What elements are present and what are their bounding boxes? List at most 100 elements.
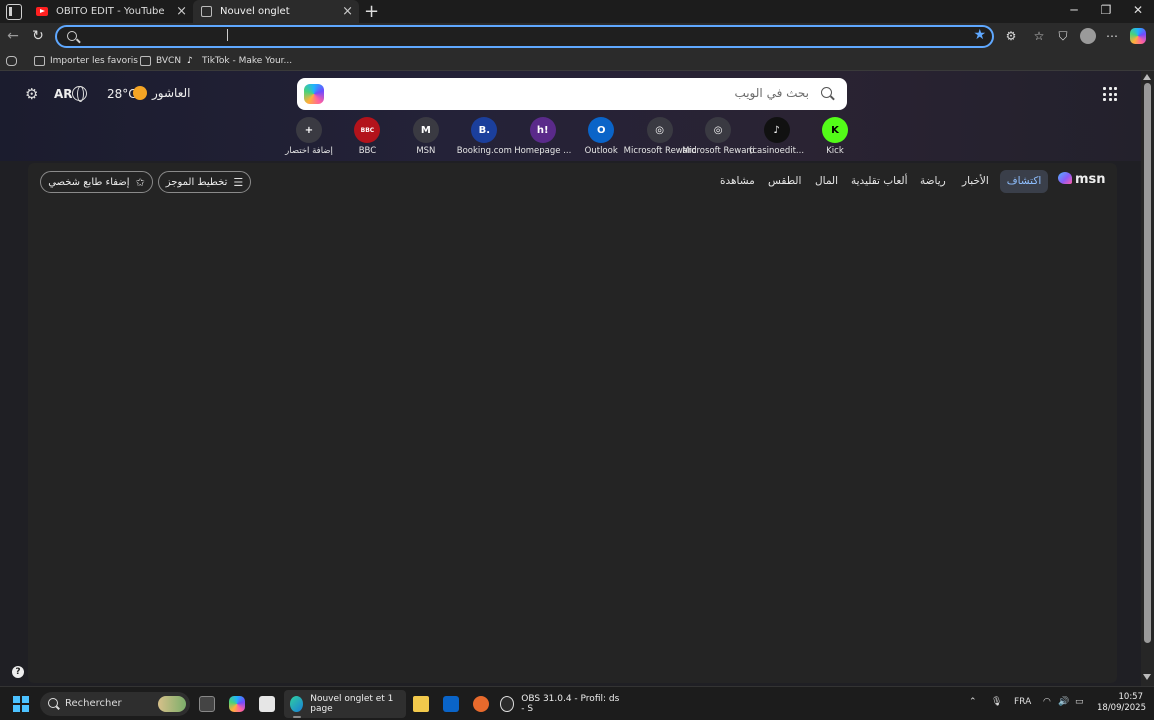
tab-youtube[interactable]: OBITO EDIT - YouTube × — [28, 0, 193, 23]
copilot-icon[interactable] — [304, 84, 324, 104]
tab-new-tab[interactable]: Nouvel onglet × — [193, 0, 359, 23]
nav-money[interactable]: المال — [815, 175, 838, 187]
new-tab-button[interactable]: + — [364, 1, 380, 22]
scroll-thumb[interactable] — [1144, 83, 1151, 643]
msn-feed-panel — [28, 163, 1117, 683]
settings-gear-icon[interactable]: ⚙ — [25, 86, 41, 102]
quick-link-tile[interactable]: BBC BBC — [337, 117, 397, 159]
volume-icon[interactable]: 🔊 — [1058, 697, 1069, 707]
maximize-button[interactable]: ❐ — [1096, 3, 1116, 17]
quick-link-tile[interactable]: ◎Microsoft Rewards... — [682, 117, 754, 159]
minimize-button[interactable]: ─ — [1064, 3, 1084, 17]
search-icon — [67, 31, 77, 41]
toolbar: ← ↻ ★ — [0, 23, 1154, 50]
site-favicon-icon: BBC — [354, 117, 381, 143]
favorite-star-icon[interactable]: ★ — [973, 27, 986, 43]
scrollbar[interactable] — [1141, 71, 1154, 686]
microsoft-store-icon[interactable] — [259, 696, 275, 712]
globe-icon[interactable] — [72, 86, 87, 102]
search-highlight-image — [158, 696, 186, 712]
weather-sun-icon — [133, 86, 147, 100]
folder-icon — [140, 55, 151, 66]
edge-window-label: Nouvel onglet et 1 page — [310, 694, 394, 714]
feed-layout-button[interactable]: تخطيط الموجز ☰ — [158, 171, 251, 193]
scroll-up-arrow-icon[interactable] — [1143, 74, 1151, 80]
system-clock[interactable]: 10:57 18/09/2025 — [1097, 692, 1146, 714]
quick-link-tile[interactable]: ◎Microsoft Rewards... — [624, 117, 696, 159]
language-label[interactable]: AR — [54, 87, 73, 101]
favorites-icon[interactable]: ☆ — [1031, 28, 1047, 44]
personalize-button[interactable]: إضفاء طابع شخصي ✩ — [40, 171, 153, 193]
refresh-button[interactable]: ↻ — [29, 27, 47, 45]
quick-link-tile[interactable]: ♪ (casinoedit... — [747, 117, 807, 159]
nav-sports[interactable]: رياضة — [920, 175, 946, 187]
quick-link-tile[interactable]: K Kick — [805, 117, 865, 159]
youtube-icon — [36, 7, 48, 16]
windows-start-icon[interactable] — [13, 696, 29, 712]
tab-actions-icon[interactable] — [6, 4, 22, 20]
taskbar-search-label: Rechercher — [65, 698, 122, 709]
taskbar-edge[interactable]: Nouvel onglet et 1 page — [284, 690, 406, 718]
bookmark-bvcn[interactable]: BVCN — [140, 53, 181, 68]
apps-grid-icon[interactable] — [1103, 87, 1117, 101]
copilot-taskbar-icon[interactable] — [229, 696, 245, 712]
more-menu-icon[interactable]: ⋯ — [1104, 28, 1120, 44]
rewards-icon[interactable] — [473, 696, 489, 712]
battery-icon[interactable]: ▭ — [1075, 697, 1084, 707]
search-icon — [48, 698, 58, 708]
outlook-icon[interactable] — [443, 696, 459, 712]
taskbar-obs[interactable]: OBS 31.0.4 - Profil: ds - S — [500, 690, 620, 718]
city-name[interactable]: العاشور — [152, 86, 192, 100]
file-explorer-icon[interactable] — [413, 696, 429, 712]
bookmarks-bar: Importer les favoris BVCN ♪ TikTok - Make… — [0, 50, 1154, 71]
msn-butterfly-icon — [1058, 172, 1072, 184]
quick-link-tile[interactable]: + إضافة اختصار — [279, 117, 339, 159]
back-button[interactable]: ← — [4, 27, 22, 45]
nav-weather[interactable]: الطقس — [768, 175, 801, 187]
show-hidden-icons-chevron[interactable]: ⌃ — [969, 697, 977, 707]
close-tab-icon[interactable]: × — [342, 4, 353, 19]
help-icon[interactable]: ? — [12, 666, 24, 678]
quick-link-tile[interactable]: h! Homepage ... — [513, 117, 573, 159]
obs-icon — [500, 696, 515, 712]
nav-watch[interactable]: مشاهدة — [720, 175, 755, 187]
bookmark-label: TikTok - Make Your... — [202, 55, 293, 66]
taskbar-search[interactable]: Rechercher — [40, 692, 190, 716]
feed-layout-label: تخطيط الموجز — [165, 176, 228, 188]
close-window-button[interactable]: ✕ — [1128, 3, 1148, 17]
bookmark-label: Importer les favoris — [50, 55, 138, 66]
address-input[interactable] — [87, 29, 967, 44]
search-placeholder: بحث في الويب — [734, 86, 809, 100]
sparkle-star-icon: ✩ — [135, 175, 145, 189]
input-language[interactable]: FRA — [1014, 697, 1031, 707]
scroll-down-arrow-icon[interactable] — [1143, 674, 1151, 680]
quick-link-tile[interactable]: M MSN — [396, 117, 456, 159]
extensions-icon[interactable]: ⚙ — [1003, 28, 1019, 44]
microphone-icon[interactable]: 🎙 — [991, 697, 1002, 707]
profile-avatar[interactable] — [1080, 28, 1096, 44]
search-icon[interactable] — [821, 87, 832, 98]
browser-essentials-icon[interactable]: ⛉ — [1055, 28, 1071, 44]
wifi-icon[interactable]: ◠ — [1043, 697, 1051, 707]
nav-discover[interactable]: اكتشاف — [1000, 170, 1048, 193]
bookmark-import[interactable]: Importer les favoris — [34, 53, 138, 68]
bookmarks-toggle-icon[interactable] — [6, 53, 22, 68]
site-favicon-icon: O — [588, 117, 615, 143]
quick-link-tile[interactable]: O Outlook — [571, 117, 631, 159]
address-bar[interactable]: ★ — [55, 25, 994, 48]
msn-logo[interactable]: msn — [1058, 172, 1106, 190]
quick-link-label: Kick — [826, 146, 844, 156]
web-search-box[interactable]: بحث في الويب — [297, 78, 847, 110]
sliders-icon: ☰ — [233, 175, 244, 189]
copilot-icon[interactable] — [1130, 28, 1146, 44]
nav-casual-games[interactable]: ألعاب تقليدية — [851, 175, 908, 187]
nav-news[interactable]: الأخبار — [962, 175, 989, 187]
quick-link-tile[interactable]: B. Booking.com — [454, 117, 514, 159]
clock-date: 18/09/2025 — [1097, 703, 1146, 713]
site-favicon-icon: ◎ — [705, 117, 732, 143]
tab-label: Nouvel onglet — [220, 6, 290, 17]
bookmark-tiktok[interactable]: ♪ TikTok - Make Your... — [187, 53, 292, 68]
close-tab-icon[interactable]: × — [176, 4, 187, 19]
site-favicon-icon: h! — [529, 117, 556, 143]
task-view-icon[interactable] — [199, 696, 215, 712]
